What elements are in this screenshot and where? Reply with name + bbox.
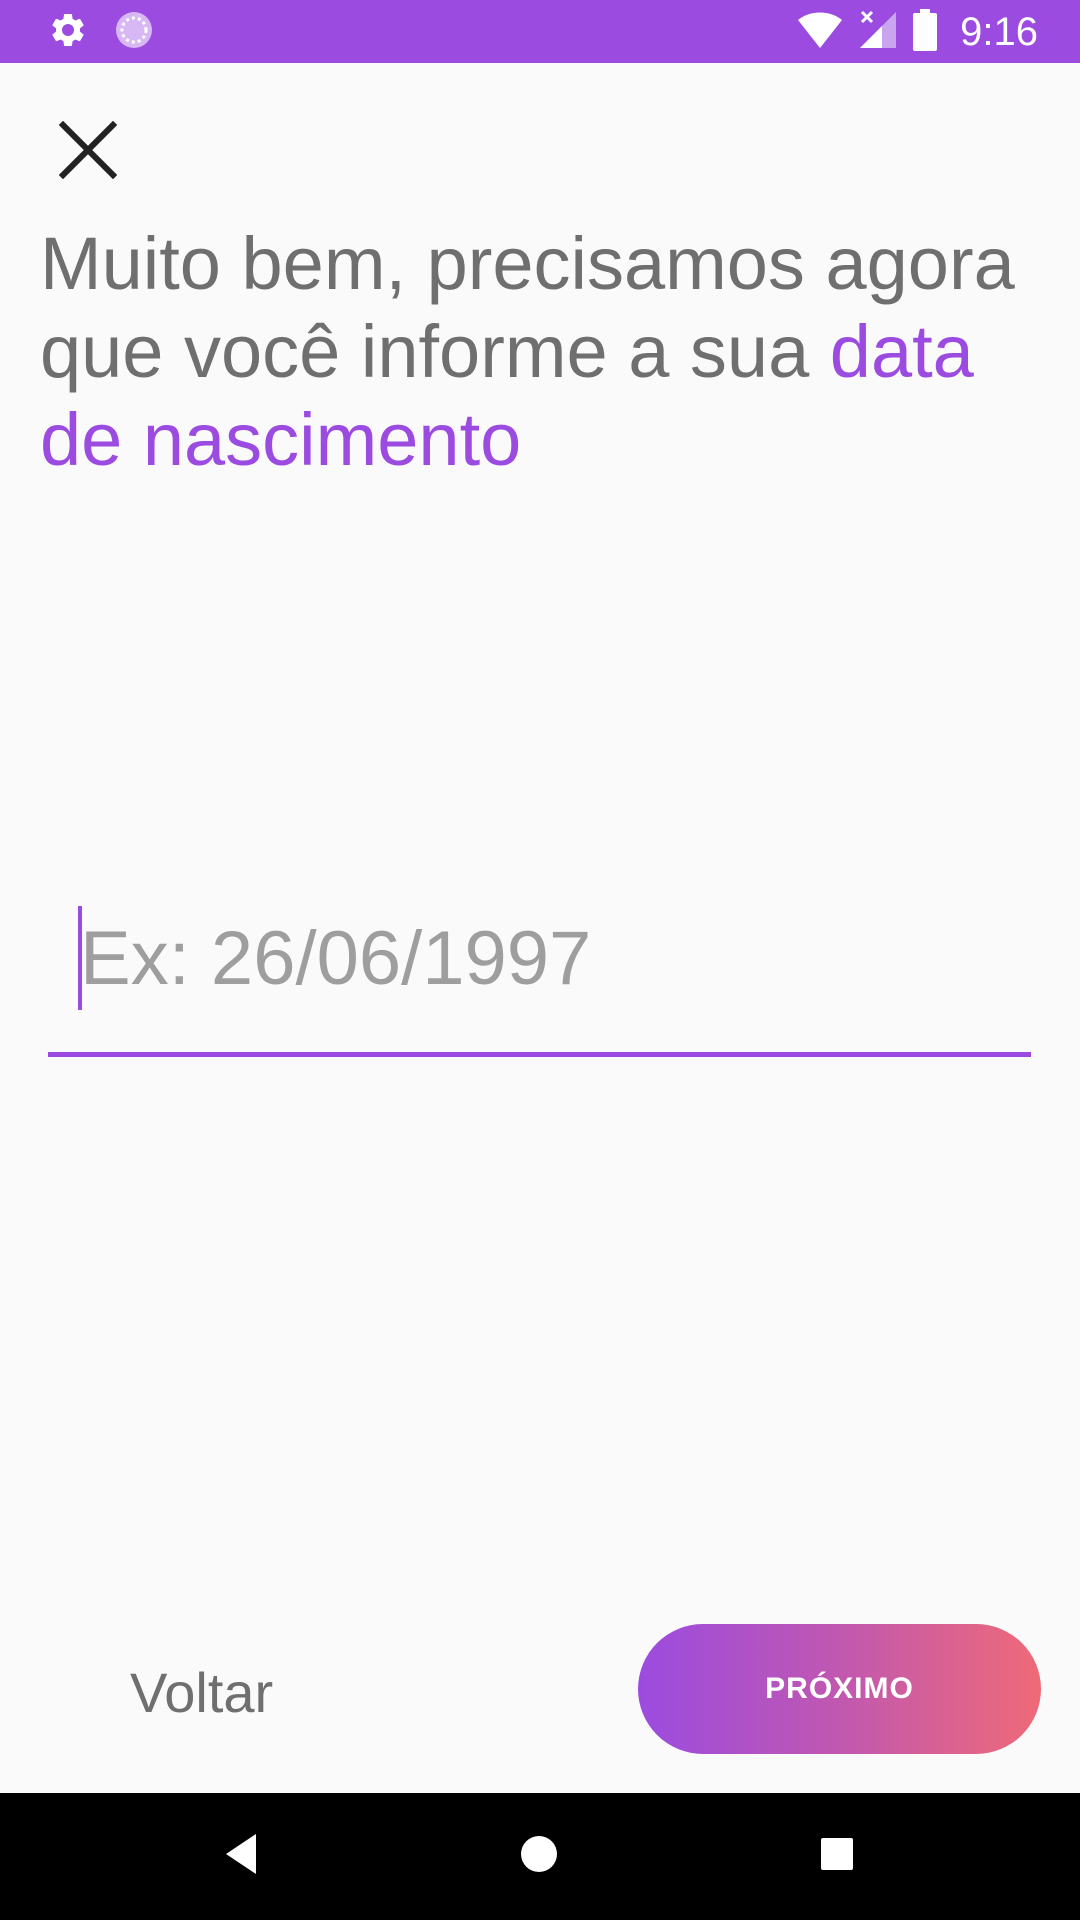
birth-date-field <box>48 890 1031 1058</box>
status-bar: 9:16 <box>0 0 1080 63</box>
navigation-bar <box>0 1793 1080 1920</box>
page-heading: Muito bem, precisamos agora que você inf… <box>40 220 1050 484</box>
status-left-icons <box>48 10 154 55</box>
close-button[interactable] <box>48 112 128 192</box>
status-right-icons: 9:16 <box>796 8 1038 56</box>
back-button[interactable]: Voltar <box>130 1648 350 1736</box>
nav-home-button[interactable] <box>504 1821 574 1891</box>
signal-icon <box>858 10 898 55</box>
status-time: 9:16 <box>960 9 1038 54</box>
wifi-icon <box>796 10 844 55</box>
birth-date-input[interactable] <box>80 908 1020 1008</box>
recents-icon <box>819 1836 855 1877</box>
home-icon <box>519 1834 559 1879</box>
nav-recents-button[interactable] <box>802 1821 872 1891</box>
battery-icon <box>912 8 938 56</box>
close-icon <box>58 120 118 184</box>
settings-icon <box>48 10 88 55</box>
field-underline <box>48 1052 1031 1057</box>
back-icon <box>220 1830 264 1883</box>
next-button[interactable]: PRÓXIMO <box>638 1624 1041 1754</box>
nav-back-button[interactable] <box>207 1821 277 1891</box>
sync-icon <box>114 10 154 55</box>
